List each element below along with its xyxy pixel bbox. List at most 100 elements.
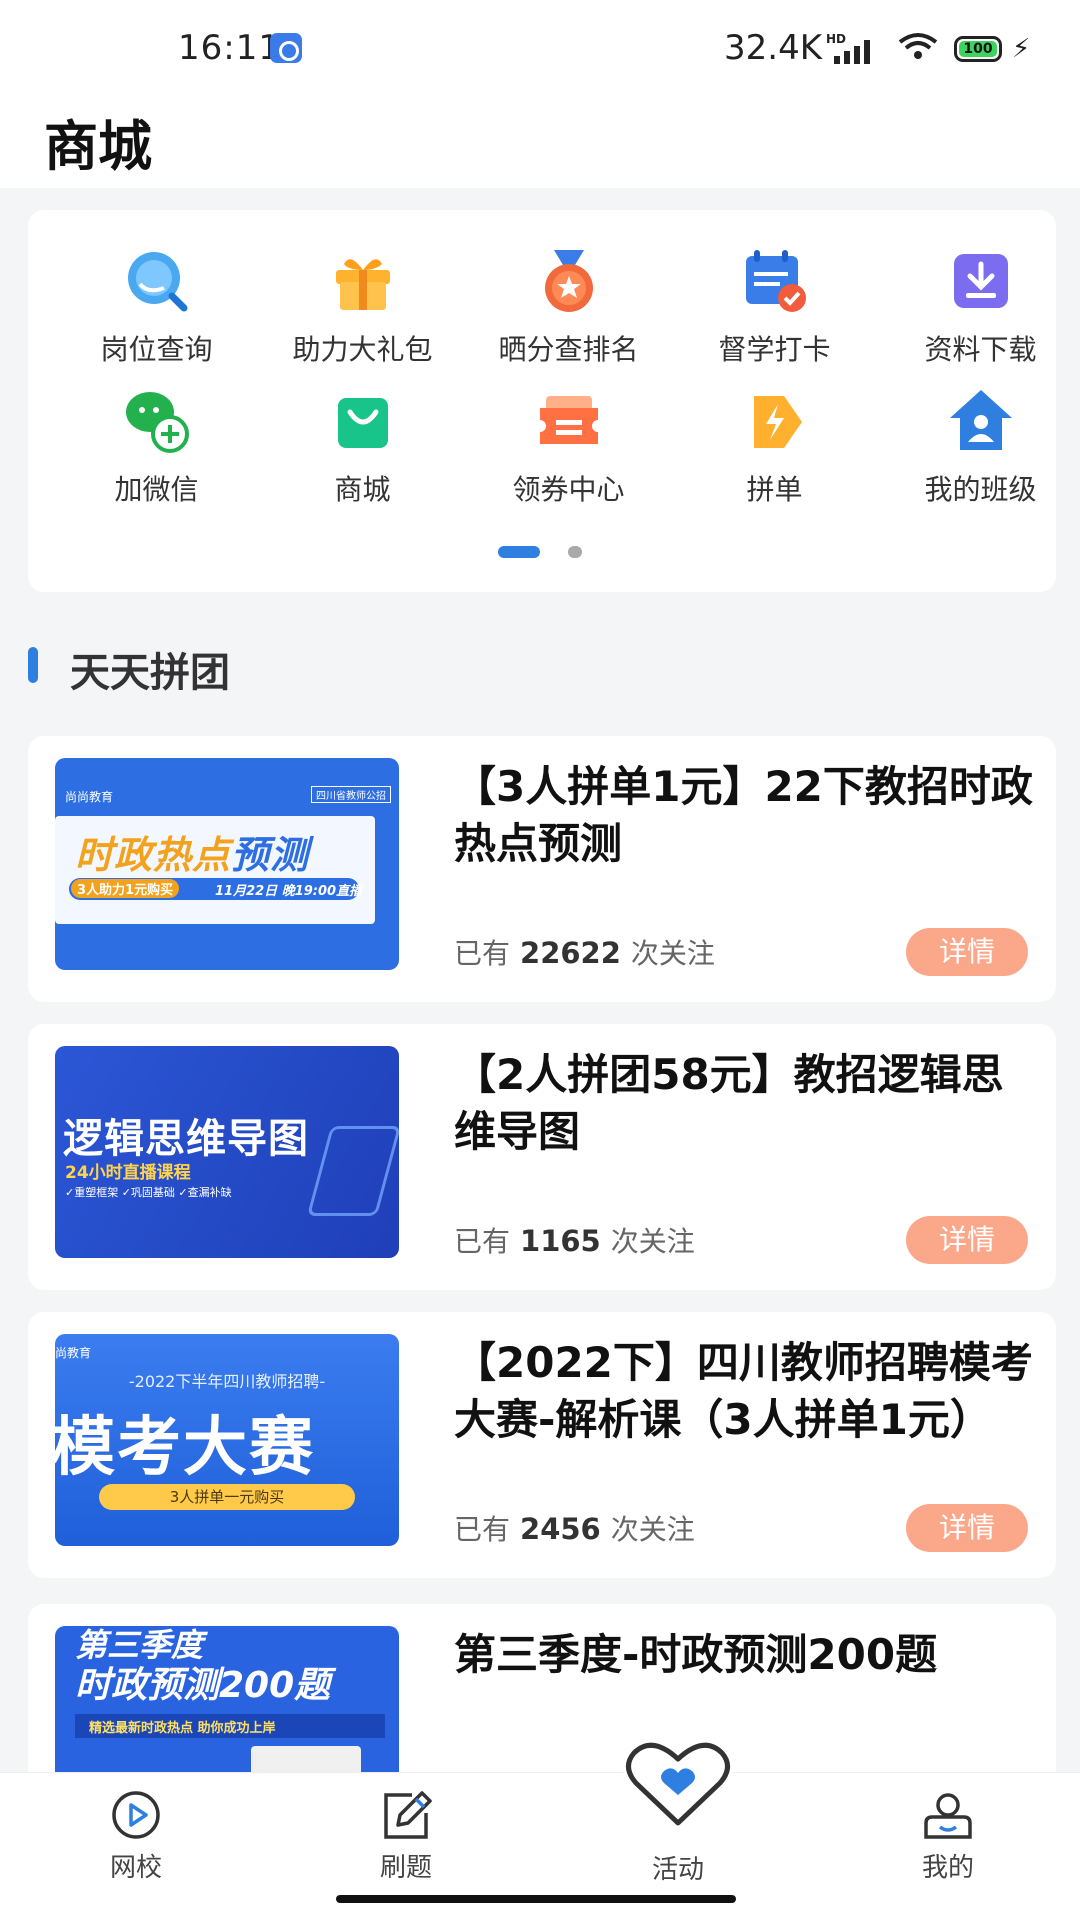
stats-prefix: 已有 xyxy=(454,937,511,970)
thumb-brand: 尚尚教育 xyxy=(65,790,114,804)
follow-count: 1165 xyxy=(520,1224,601,1258)
nav-label: 活动 xyxy=(651,1855,704,1885)
thumb-pill: 3人拼单一元购买 xyxy=(99,1484,355,1510)
nav-tab-practice[interactable]: 刷题 xyxy=(326,1787,486,1887)
product-title[interactable]: 【2人拼团58元】教招逻辑思维导图 xyxy=(454,1046,1034,1160)
stats-prefix: 已有 xyxy=(454,1513,511,1546)
play-circle-icon xyxy=(112,1791,160,1839)
product-thumbnail[interactable]: 尚尚教育 四川省教师公招 时政热点预测 3人助力1元购买 11月22日 晚19:… xyxy=(55,758,399,970)
follow-stats: 已有 2456 次关注 xyxy=(454,1508,695,1548)
coupon-icon xyxy=(540,396,598,444)
grid-item-mall[interactable]: 商城 xyxy=(260,388,465,518)
grid-item-label: 助力大礼包 xyxy=(292,333,433,366)
page-dot[interactable] xyxy=(568,546,582,558)
thumb-pill-right: 11月22日 晚19:00直播 xyxy=(215,884,363,899)
grid-item-label: 督学打卡 xyxy=(718,333,831,366)
app-header: 商城 xyxy=(0,96,1080,188)
follow-count: 22622 xyxy=(520,936,621,970)
grid-item-coupon-center[interactable]: 领券中心 xyxy=(466,388,671,518)
thumb-subtitle: -2022下半年四川教师招聘- xyxy=(128,1372,326,1391)
page-dot-active[interactable] xyxy=(498,546,540,558)
shopping-bag-icon xyxy=(338,398,388,448)
product-card[interactable]: 尚教育 -2022下半年四川教师招聘- 模考大赛 3人拼单一元购买 【2022下… xyxy=(28,1312,1056,1578)
stats-suffix: 次关注 xyxy=(630,937,715,970)
product-card[interactable]: 尚尚教育 四川省教师公招 时政热点预测 3人助力1元购买 11月22日 晚19:… xyxy=(28,736,1056,1002)
page-indicator xyxy=(28,546,1056,560)
follow-count: 2456 xyxy=(520,1512,601,1546)
follow-stats: 已有 22622 次关注 xyxy=(454,932,715,972)
thumb-tags: ✓重塑框架 ✓巩固基础 ✓查漏补缺 xyxy=(65,1186,232,1199)
grid-item-my-class[interactable]: 我的班级 xyxy=(878,388,1080,518)
download-icon xyxy=(954,254,1008,308)
settings-badge-icon xyxy=(270,33,302,63)
nav-label: 刷题 xyxy=(379,1853,432,1883)
section-marker xyxy=(28,647,38,683)
nav-tab-mine[interactable]: 我的 xyxy=(868,1787,1028,1887)
calendar-check-icon xyxy=(746,250,806,312)
product-title[interactable]: 第三季度-时政预测200题 xyxy=(454,1626,1034,1683)
product-thumbnail[interactable]: 第三季度 时政预测200题 精选最新时政热点 助你成功上岸 xyxy=(55,1626,399,1772)
wifi-icon xyxy=(898,33,938,59)
product-card[interactable]: 逻辑思维导图 24小时直播课程 ✓重塑框架 ✓巩固基础 ✓查漏补缺 【2人拼团5… xyxy=(28,1024,1056,1290)
thumb-brand: 尚教育 xyxy=(55,1346,92,1360)
grid-item-label: 岗位查询 xyxy=(100,333,213,366)
product-card[interactable]: 第三季度 时政预测200题 精选最新时政热点 助你成功上岸 第三季度-时政预测2… xyxy=(28,1604,1056,1772)
thumb-headline: 时政预测200题 xyxy=(75,1665,331,1706)
thumb-headline: 逻辑思维导图 xyxy=(63,1116,309,1162)
grid-item-label: 我的班级 xyxy=(924,473,1037,506)
grid-item-label: 商城 xyxy=(334,473,391,506)
home-user-icon xyxy=(950,390,1012,450)
home-indicator[interactable] xyxy=(336,1895,736,1903)
grid-item-add-wechat[interactable]: 加微信 xyxy=(54,388,259,518)
product-title[interactable]: 【3人拼单1元】22下教招时政热点预测 xyxy=(454,758,1034,872)
product-title[interactable]: 【2022下】四川教师招聘模考大赛-解析课（3人拼单1元） xyxy=(454,1334,1034,1448)
grid-item-job-search[interactable]: 岗位查询 xyxy=(54,248,259,378)
detail-button[interactable]: 详情 xyxy=(906,1504,1028,1552)
nav-label: 网校 xyxy=(109,1853,162,1883)
battery-icon: 100 xyxy=(954,36,1002,62)
stats-suffix: 次关注 xyxy=(610,1225,695,1258)
stats-suffix: 次关注 xyxy=(610,1513,695,1546)
product-thumbnail[interactable]: 尚教育 -2022下半年四川教师招聘- 模考大赛 3人拼单一元购买 xyxy=(55,1334,399,1546)
bolt-tag-icon xyxy=(754,396,802,448)
thumb-subtitle: 24小时直播课程 xyxy=(65,1163,191,1183)
stats-prefix: 已有 xyxy=(454,1225,511,1258)
nav-label: 我的 xyxy=(921,1853,974,1883)
network-speed: 32.4K xyxy=(724,28,822,68)
grid-item-group-buy[interactable]: 拼单 xyxy=(672,388,877,518)
grid-item-downloads[interactable]: 资料下载 xyxy=(878,248,1080,378)
grid-item-label: 领券中心 xyxy=(512,473,625,506)
charging-icon: ⚡ xyxy=(1012,34,1031,64)
detail-button[interactable]: 详情 xyxy=(906,1216,1028,1264)
grid-item-label: 晒分查排名 xyxy=(498,333,639,366)
quick-access-grid: 岗位查询 助力大礼包 晒分查排名 督学打卡 资料下载 加微信 商城 领券中心 拼… xyxy=(28,210,1056,592)
grid-item-score-rank[interactable]: 晒分查排名 xyxy=(466,248,671,378)
signal-icon xyxy=(830,40,876,64)
thumb-decoration xyxy=(306,1126,399,1216)
nav-tab-school[interactable]: 网校 xyxy=(56,1787,216,1887)
section-title: 天天拼团 xyxy=(70,650,230,696)
product-thumbnail[interactable]: 逻辑思维导图 24小时直播课程 ✓重塑框架 ✓巩固基础 ✓查漏补缺 xyxy=(55,1046,399,1258)
thumb-headline: 模考大赛 xyxy=(55,1411,315,1485)
status-bar: 16:11 32.4K HD 100 ⚡ xyxy=(0,0,1080,96)
grid-item-label: 加微信 xyxy=(114,473,199,506)
battery-level: 100 xyxy=(959,41,997,57)
grid-item-label: 资料下载 xyxy=(924,333,1037,366)
grid-item-study-checkin[interactable]: 督学打卡 xyxy=(672,248,877,378)
thumb-headline: 时政热点预测 xyxy=(75,824,309,879)
thumb-org: 四川省教师公招 xyxy=(311,786,391,803)
user-icon xyxy=(924,1793,972,1839)
heart-icon[interactable] xyxy=(618,1733,738,1837)
grid-item-label: 拼单 xyxy=(746,473,803,506)
follow-stats: 已有 1165 次关注 xyxy=(454,1220,695,1260)
grid-item-gift-pack[interactable]: 助力大礼包 xyxy=(260,248,465,378)
thumb-paper xyxy=(251,1746,361,1772)
gift-icon xyxy=(336,259,390,310)
detail-button[interactable]: 详情 xyxy=(906,928,1028,976)
medal-icon xyxy=(545,250,593,312)
edit-icon xyxy=(384,1791,432,1839)
thumb-headline-a: 时政热点 xyxy=(75,833,232,877)
search-bubble-icon xyxy=(128,252,188,312)
thumb-bar-text: 精选最新时政热点 助你成功上岸 xyxy=(89,1721,276,1736)
thumb-headline-b: 预测 xyxy=(231,833,310,877)
